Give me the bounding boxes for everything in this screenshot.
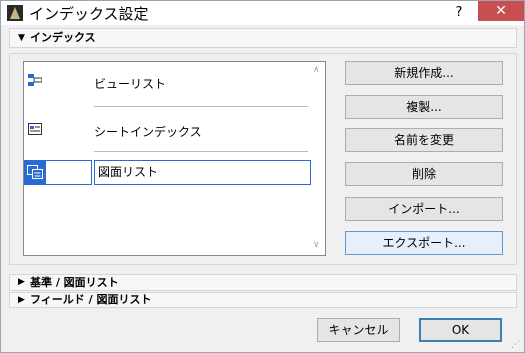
export-button[interactable]: エクスポート... xyxy=(345,231,503,255)
help-button[interactable]: ? xyxy=(445,3,473,23)
drawing-list-icon xyxy=(27,165,43,179)
chevron-right-icon: ▶ xyxy=(18,277,25,287)
scroll-down-icon[interactable]: ∨ xyxy=(313,240,320,250)
import-button[interactable]: インポート... xyxy=(345,197,503,221)
scroll-up-icon[interactable]: ∧ xyxy=(313,65,320,75)
chevron-right-icon: ▶ xyxy=(18,295,25,305)
selection-highlight xyxy=(24,160,46,185)
section-criteria-header[interactable]: ▶ 基準 / 図面リスト xyxy=(9,274,517,291)
section-index-header[interactable]: ▼ インデックス xyxy=(9,28,517,48)
index-list[interactable]: ビューリスト シートインデックス 図面リスト ∧ ∨ xyxy=(23,61,326,256)
list-item-label: ビューリスト xyxy=(94,77,167,91)
new-button[interactable]: 新規作成... xyxy=(345,61,503,85)
delete-button[interactable]: 削除 xyxy=(345,162,503,186)
divider xyxy=(94,151,308,152)
section-fields-header[interactable]: ▶ フィールド / 図面リスト xyxy=(9,292,517,308)
list-item-label: シートインデックス xyxy=(94,125,202,139)
title-bar: インデックス設定 ? ✕ xyxy=(1,1,524,25)
list-item[interactable]: シートインデックス xyxy=(24,107,310,151)
sheet-index-icon xyxy=(28,123,42,135)
selection-frame xyxy=(46,160,92,185)
view-list-icon xyxy=(28,74,42,86)
index-settings-dialog: インデックス設定 ? ✕ ▼ インデックス ビューリスト シートインデックス 図… xyxy=(0,0,525,353)
rename-button[interactable]: 名前を変更 xyxy=(345,128,503,152)
index-panel: ビューリスト シートインデックス 図面リスト ∧ ∨ 新規作成... 複製...… xyxy=(9,53,517,265)
selected-item-icon-cell[interactable] xyxy=(24,160,92,185)
list-scrollbar[interactable]: ∧ ∨ xyxy=(311,62,325,255)
section-criteria-label: 基準 / 図面リスト xyxy=(30,276,119,289)
close-button[interactable]: ✕ xyxy=(478,1,524,21)
app-icon xyxy=(7,5,23,21)
list-item[interactable]: ビューリスト xyxy=(24,62,310,106)
window-title: インデックス設定 xyxy=(29,5,149,23)
section-fields-label: フィールド / 図面リスト xyxy=(30,293,152,306)
chevron-down-icon: ▼ xyxy=(18,33,25,43)
rename-field[interactable]: 図面リスト xyxy=(94,160,311,185)
section-index-label: インデックス xyxy=(30,31,96,44)
resize-grip-icon[interactable]: ⋰ xyxy=(511,340,520,350)
ok-button[interactable]: OK xyxy=(419,318,502,342)
duplicate-button[interactable]: 複製... xyxy=(345,95,503,119)
cancel-button[interactable]: キャンセル xyxy=(317,318,400,342)
